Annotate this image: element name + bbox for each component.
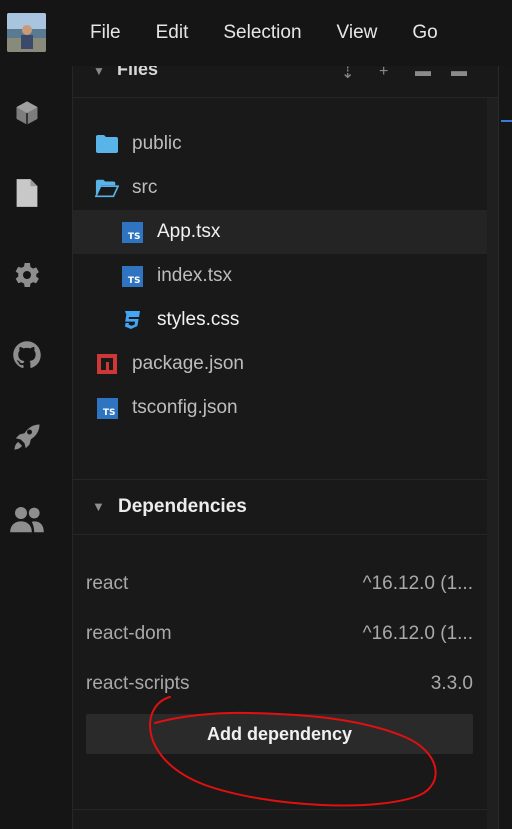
dependency-row[interactable]: react ^16.12.0 (1...: [73, 569, 487, 599]
dependency-version: ^16.12.0 (1...: [362, 623, 473, 644]
files-title: Files: [117, 66, 159, 79]
tree-item-index-tsx[interactable]: TS index.tsx: [73, 254, 487, 298]
typescript-icon: TS: [120, 264, 144, 288]
tree-item-src[interactable]: src: [73, 166, 487, 210]
tree-item-tsconfig-json[interactable]: TS tsconfig.json: [73, 386, 487, 430]
collapse-icon[interactable]: ▼: [93, 66, 105, 78]
menu-edit[interactable]: Edit: [156, 22, 189, 44]
new-file-icon[interactable]: +: [379, 66, 388, 81]
dependency-name: react-scripts: [86, 673, 190, 694]
github-icon[interactable]: [8, 336, 46, 374]
tree-item-label: package.json: [132, 353, 244, 374]
file-icon[interactable]: [8, 174, 46, 212]
menu-view[interactable]: View: [337, 22, 378, 44]
tree-item-label: App.tsx: [157, 221, 221, 242]
collapse-all-icon[interactable]: ▬: [451, 66, 467, 81]
menu-file[interactable]: File: [90, 22, 121, 44]
cube-icon[interactable]: [8, 94, 46, 132]
dependency-version: 3.3.0: [430, 673, 473, 694]
new-folder-icon[interactable]: ▬: [415, 66, 431, 81]
dependency-version: ^16.12.0 (1...: [362, 573, 473, 594]
tree-item-app-tsx[interactable]: TS App.tsx: [73, 210, 487, 254]
menu-bar: File Edit Selection View Go: [0, 0, 512, 66]
sort-icon[interactable]: ⇣: [341, 66, 354, 83]
folder-open-icon: [95, 176, 119, 200]
add-dependency-button[interactable]: Add dependency: [86, 714, 473, 754]
dependencies-title: Dependencies: [118, 496, 247, 517]
files-header[interactable]: ▼ Files ⇣ + ▬ ▬: [73, 66, 499, 98]
tree-item-styles-css[interactable]: styles.css: [73, 298, 487, 342]
gear-icon[interactable]: [8, 256, 46, 294]
active-tab-indicator: [501, 120, 512, 122]
divider: [73, 809, 487, 810]
expand-icon[interactable]: ▼: [92, 499, 105, 514]
dependencies-header[interactable]: ▼ Dependencies: [73, 479, 487, 535]
editor-edge: [498, 66, 512, 829]
file-tree: public src TS App.tsx TS index.tsx style…: [73, 122, 487, 430]
menu-selection[interactable]: Selection: [223, 22, 301, 44]
tree-item-label: index.tsx: [157, 265, 232, 286]
css-icon: [120, 308, 144, 332]
npm-icon: [95, 352, 119, 376]
activity-bar: [0, 66, 72, 829]
tree-item-label: styles.css: [157, 309, 240, 330]
explorer-panel: ▼ Files ⇣ + ▬ ▬ public src TS App.tsx TS…: [72, 66, 499, 829]
rocket-icon[interactable]: [8, 418, 46, 456]
tree-item-public[interactable]: public: [73, 122, 487, 166]
user-avatar[interactable]: [7, 13, 46, 52]
tree-item-label: tsconfig.json: [132, 397, 238, 418]
dependency-row[interactable]: react-scripts 3.3.0: [73, 669, 487, 699]
tree-item-package-json[interactable]: package.json: [73, 342, 487, 386]
dependency-name: react-dom: [86, 623, 172, 644]
dependency-name: react: [86, 573, 129, 594]
menu-go[interactable]: Go: [412, 22, 437, 44]
users-icon[interactable]: [8, 500, 46, 538]
typescript-icon: TS: [120, 220, 144, 244]
tree-item-label: public: [132, 133, 182, 154]
dependency-row[interactable]: react-dom ^16.12.0 (1...: [73, 619, 487, 649]
folder-icon: [95, 132, 119, 156]
tree-item-label: src: [132, 177, 158, 198]
typescript-icon: TS: [95, 396, 119, 420]
